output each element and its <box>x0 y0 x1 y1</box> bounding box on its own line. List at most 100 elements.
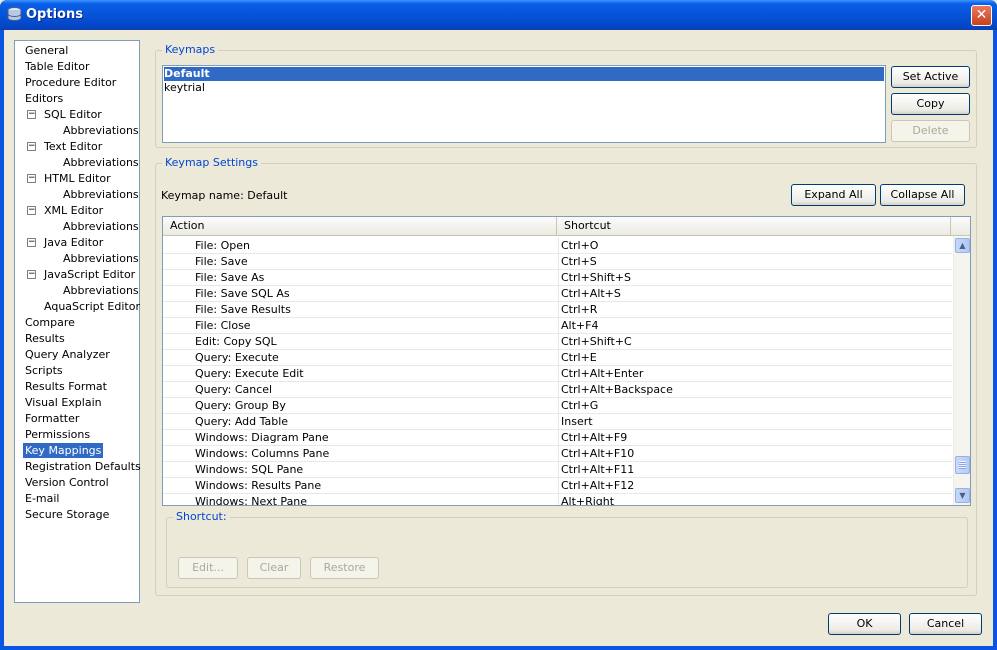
nav-item[interactable]: Java Editor <box>42 235 105 250</box>
set-active-button[interactable]: Set Active <box>891 66 970 88</box>
column-header-action[interactable]: Action <box>163 217 557 236</box>
table-row[interactable]: Windows: Results Pane Ctrl+Alt+F12 <box>163 478 952 494</box>
table-row[interactable]: Windows: Next Pane Alt+Right <box>163 494 952 506</box>
scroll-thumb[interactable] <box>955 456 970 474</box>
close-icon[interactable]: ✕ <box>971 5 992 26</box>
collapse-icon[interactable]: − <box>27 110 36 119</box>
nav-item[interactable]: Editors <box>23 91 65 106</box>
nav-item[interactable]: E-mail <box>23 491 62 506</box>
delete-button[interactable]: Delete <box>891 120 970 142</box>
nav-item[interactable]: Permissions <box>23 427 92 442</box>
restore-shortcut-button[interactable]: Restore <box>310 557 379 579</box>
nav-item[interactable]: Version Control <box>23 475 111 490</box>
nav-item[interactable]: Registration Defaults <box>23 459 143 474</box>
nav-item[interactable]: Abbreviations <box>61 251 141 266</box>
table-row[interactable]: File: Close Alt+F4 <box>163 318 952 334</box>
action-cell: Windows: Next Pane <box>195 495 308 506</box>
action-cell: Query: Add Table <box>195 415 289 428</box>
table-row[interactable]: Query: Cancel Ctrl+Alt+Backspace <box>163 382 952 398</box>
keymap-item-default[interactable]: Default <box>164 67 884 81</box>
action-cell: Windows: Columns Pane <box>195 447 330 460</box>
keymaps-legend: Keymaps <box>162 43 219 56</box>
nav-item[interactable]: Abbreviations <box>61 155 141 170</box>
scroll-down-icon[interactable]: ▼ <box>955 488 970 503</box>
scroll-up-icon[interactable]: ▲ <box>955 238 970 253</box>
shortcut-cell: Ctrl+R <box>558 302 952 317</box>
table-row[interactable]: Windows: SQL Pane Ctrl+Alt+F11 <box>163 462 952 478</box>
shortcut-cell: Ctrl+Alt+F11 <box>558 462 952 477</box>
keymap-settings-legend: Keymap Settings <box>162 156 261 169</box>
nav-item[interactable]: Secure Storage <box>23 507 111 522</box>
vertical-scrollbar[interactable]: ▲ ▼ <box>953 236 970 505</box>
shortcut-cell: Ctrl+Alt+F12 <box>558 478 952 493</box>
keymap-table[interactable]: Action Shortcut File: Open Ctrl+O File: Sa… <box>162 216 971 506</box>
collapse-icon[interactable]: − <box>27 142 36 151</box>
shortcut-cell: Ctrl+Alt+Enter <box>558 366 952 381</box>
ok-button[interactable]: OK <box>828 613 901 635</box>
table-row[interactable]: File: Save As Ctrl+Shift+S <box>163 270 952 286</box>
nav-item[interactable]: HTML Editor <box>42 171 113 186</box>
keymap-name-label: Keymap name: Default <box>161 189 288 202</box>
action-cell: File: Save SQL As <box>195 287 290 300</box>
nav-item[interactable]: XML Editor <box>42 203 105 218</box>
nav-item[interactable]: Formatter <box>23 411 81 426</box>
table-row[interactable]: File: Save Ctrl+S <box>163 254 952 270</box>
nav-item[interactable]: Table Editor <box>23 59 92 74</box>
edit-shortcut-button[interactable]: Edit... <box>178 557 238 579</box>
table-row[interactable]: Query: Group By Ctrl+G <box>163 398 952 414</box>
collapse-icon[interactable]: − <box>27 270 36 279</box>
nav-item[interactable]: SQL Editor <box>42 107 104 122</box>
nav-item[interactable]: Procedure Editor <box>23 75 118 90</box>
keymap-item-keytrial[interactable]: keytrial <box>164 81 884 95</box>
table-row[interactable]: Edit: Copy SQL Ctrl+Shift+C <box>163 334 952 350</box>
shortcut-cell: Ctrl+Shift+S <box>558 270 952 285</box>
table-row[interactable]: File: Save SQL As Ctrl+Alt+S <box>163 286 952 302</box>
nav-item[interactable]: Visual Explain <box>23 395 104 410</box>
nav-item[interactable]: Abbreviations <box>61 123 141 138</box>
shortcut-cell: Alt+F4 <box>558 318 952 333</box>
table-row[interactable]: Query: Execute Ctrl+E <box>163 350 952 366</box>
copy-button[interactable]: Copy <box>891 93 970 115</box>
column-header-shortcut[interactable]: Shortcut <box>557 217 951 236</box>
options-category-tree[interactable]: General Table Editor Procedure Editor Edito… <box>14 40 143 603</box>
collapse-icon[interactable]: − <box>27 238 36 247</box>
nav-item[interactable]: JavaScript Editor <box>42 267 137 282</box>
shortcut-cell: Ctrl+G <box>558 398 952 413</box>
collapse-icon[interactable]: − <box>27 174 36 183</box>
table-row[interactable]: Query: Add Table Insert <box>163 414 952 430</box>
table-row[interactable]: File: Save Results Ctrl+R <box>163 302 952 318</box>
expand-all-button[interactable]: Expand All <box>791 184 876 206</box>
cancel-button[interactable]: Cancel <box>909 613 982 635</box>
table-row[interactable]: Windows: Columns Pane Ctrl+Alt+F10 <box>163 446 952 462</box>
action-cell: Edit: Copy SQL <box>195 335 277 348</box>
nav-item[interactable]: Results <box>23 331 67 346</box>
nav-item[interactable]: Query Analyzer <box>23 347 112 362</box>
nav-item[interactable]: AquaScript Editor <box>42 299 142 314</box>
database-icon <box>7 7 22 22</box>
nav-item[interactable]: Compare <box>23 315 77 330</box>
action-cell: File: Close <box>195 319 251 332</box>
table-row[interactable]: Windows: Diagram Pane Ctrl+Alt+F9 <box>163 430 952 446</box>
title-bar[interactable]: Options ✕ <box>0 0 997 30</box>
table-row[interactable]: Query: Execute Edit Ctrl+Alt+Enter <box>163 366 952 382</box>
nav-item[interactable]: Abbreviations <box>61 283 141 298</box>
nav-item[interactable]: Results Format <box>23 379 109 394</box>
nav-item[interactable]: Text Editor <box>42 139 104 154</box>
clear-shortcut-button[interactable]: Clear <box>247 557 301 579</box>
nav-item[interactable]: Key Mappings <box>23 443 104 458</box>
nav-item[interactable]: Abbreviations <box>61 187 141 202</box>
keymaps-list[interactable]: Default keytrial <box>162 65 886 143</box>
action-cell: Query: Group By <box>195 399 286 412</box>
shortcut-cell: Ctrl+Alt+Backspace <box>558 382 952 397</box>
action-cell: File: Save <box>195 255 248 268</box>
shortcut-cell: Ctrl+O <box>558 238 952 253</box>
shortcut-cell: Ctrl+Alt+S <box>558 286 952 301</box>
action-cell: Windows: SQL Pane <box>195 463 304 476</box>
shortcut-cell: Ctrl+E <box>558 350 952 365</box>
nav-item[interactable]: General <box>23 43 70 58</box>
collapse-all-button[interactable]: Collapse All <box>880 184 965 206</box>
nav-item[interactable]: Abbreviations <box>61 219 141 234</box>
collapse-icon[interactable]: − <box>27 206 36 215</box>
table-row[interactable]: File: Open Ctrl+O <box>163 238 952 254</box>
nav-item[interactable]: Scripts <box>23 363 65 378</box>
